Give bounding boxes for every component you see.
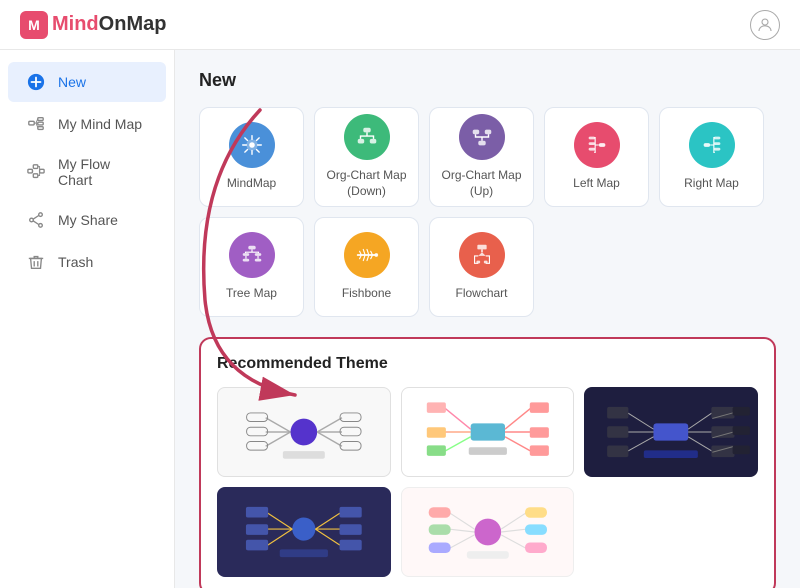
sidebar-item-trash-label: Trash [58, 254, 93, 270]
sidebar-item-my-share-label: My Share [58, 212, 118, 228]
tree-map-label: Tree Map [226, 286, 277, 302]
map-card-left-map[interactable]: Left Map [544, 107, 649, 207]
theme-card-4[interactable] [217, 487, 391, 577]
map-card-fishbone[interactable]: Fishbone [314, 217, 419, 317]
flow-chart-icon [26, 162, 46, 182]
sidebar-item-trash[interactable]: Trash [8, 242, 166, 282]
mind-map-icon [26, 114, 46, 134]
sidebar-item-my-mind-map-label: My Mind Map [58, 116, 142, 132]
theme-card-2[interactable] [401, 387, 575, 477]
map-type-grid: MindMap Org-Chart Map(Down) [199, 107, 776, 317]
fishbone-icon-circle [344, 232, 390, 278]
right-map-label: Right Map [684, 176, 739, 192]
mindmap-label: MindMap [227, 176, 276, 192]
map-card-org-chart-up[interactable]: Org-Chart Map (Up) [429, 107, 534, 207]
right-map-icon-circle [689, 122, 735, 168]
logo[interactable]: M MindOnMap [20, 11, 166, 39]
flowchart-icon-circle [459, 232, 505, 278]
sidebar-item-my-share[interactable]: My Share [8, 200, 166, 240]
fishbone-label: Fishbone [342, 286, 391, 302]
logo-icon: M [20, 11, 48, 39]
main-layout: New My Mind Map [0, 50, 800, 588]
org-chart-up-label: Org-Chart Map (Up) [430, 168, 533, 199]
header: M MindOnMap [0, 0, 800, 50]
flowchart-label: Flowchart [455, 286, 507, 302]
new-section-title: New [199, 70, 776, 91]
mindmap-icon-circle [229, 122, 275, 168]
map-card-tree-map[interactable]: Tree Map [199, 217, 304, 317]
theme-card-1[interactable] [217, 387, 391, 477]
theme-grid [217, 387, 758, 577]
tree-map-icon-circle [229, 232, 275, 278]
recommended-theme-title: Recommended Theme [217, 355, 758, 373]
user-avatar-icon[interactable] [750, 10, 780, 40]
theme-card-5[interactable] [401, 487, 575, 577]
sidebar-item-my-flow-chart-label: My Flow Chart [58, 156, 148, 188]
sidebar-item-new-label: New [58, 74, 86, 90]
logo-text: MindOnMap [52, 13, 166, 36]
theme-card-3[interactable] [584, 387, 758, 477]
recommended-theme-section: Recommended Theme [199, 337, 776, 588]
map-card-right-map[interactable]: Right Map [659, 107, 764, 207]
left-map-icon-circle [574, 122, 620, 168]
plus-icon [26, 72, 46, 92]
sidebar: New My Mind Map [0, 50, 175, 588]
share-icon [26, 210, 46, 230]
map-card-flowchart[interactable]: Flowchart [429, 217, 534, 317]
trash-icon [26, 252, 46, 272]
org-chart-up-icon-circle [459, 114, 505, 160]
sidebar-item-new[interactable]: New [8, 62, 166, 102]
content-area: New MindMap [175, 50, 800, 588]
org-chart-down-label: Org-Chart Map(Down) [326, 168, 406, 199]
left-map-label: Left Map [573, 176, 620, 192]
sidebar-item-my-flow-chart[interactable]: My Flow Chart [8, 146, 166, 198]
org-chart-down-icon-circle [344, 114, 390, 160]
map-card-mindmap[interactable]: MindMap [199, 107, 304, 207]
sidebar-item-my-mind-map[interactable]: My Mind Map [8, 104, 166, 144]
map-card-org-chart-down[interactable]: Org-Chart Map(Down) [314, 107, 419, 207]
